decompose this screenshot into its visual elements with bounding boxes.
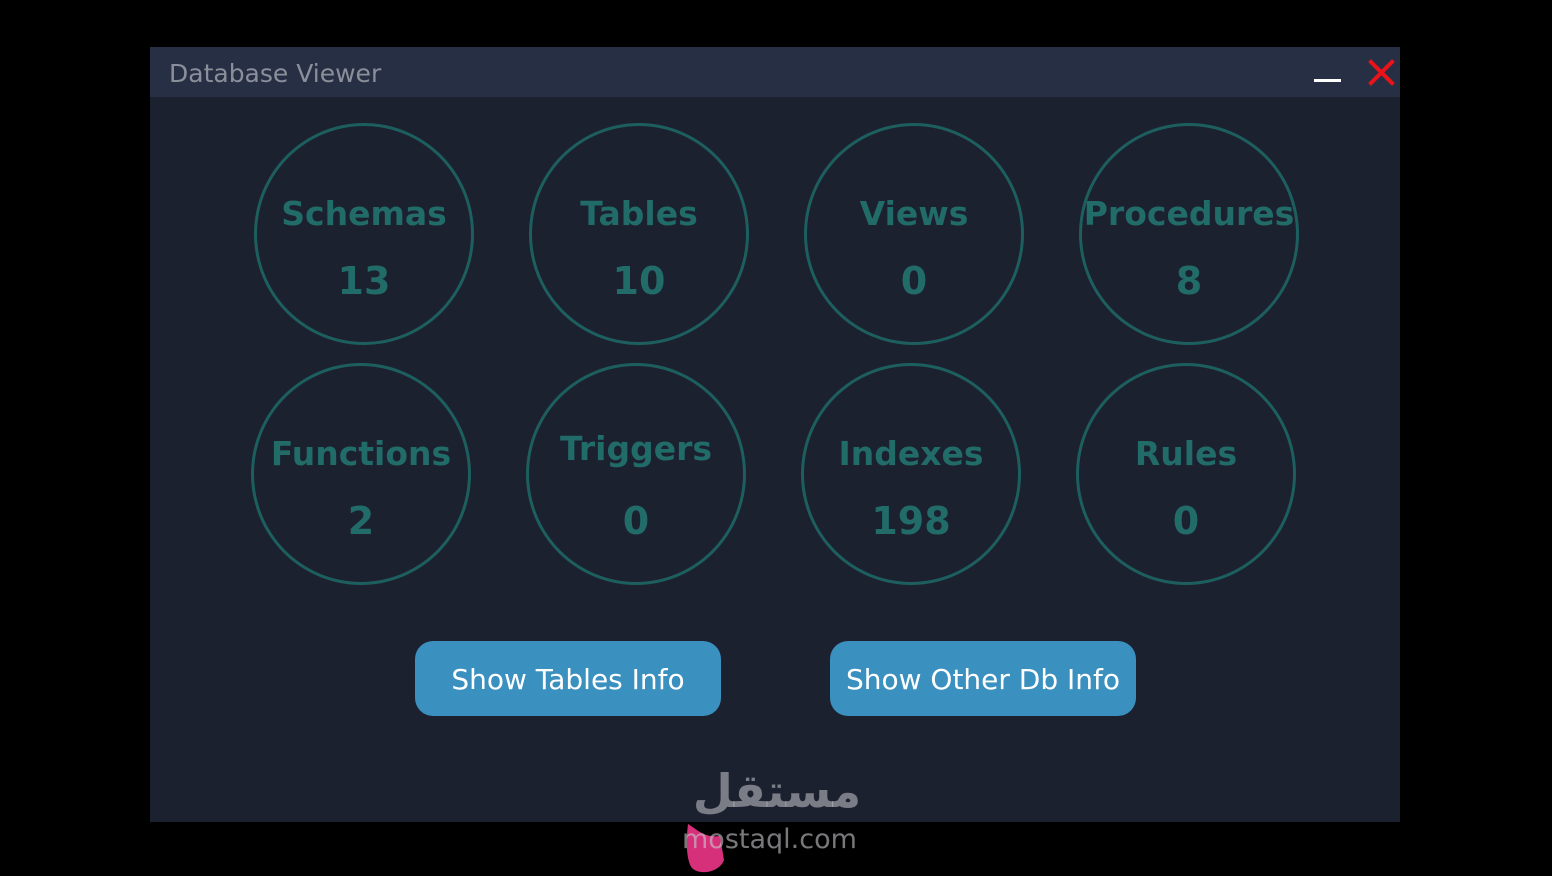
stat-card-views: Views 0	[804, 123, 1024, 345]
stat-card-functions: Functions 2	[251, 363, 471, 585]
stat-card-rules: Rules 0	[1076, 363, 1296, 585]
title-bar[interactable]: Database Viewer	[150, 47, 1400, 97]
stat-label: Schemas	[281, 194, 447, 233]
stat-label: Views	[859, 194, 969, 233]
minimize-icon	[1314, 79, 1341, 82]
stat-card-indexes: Indexes 198	[801, 363, 1021, 585]
stat-value: 198	[871, 499, 951, 543]
watermark-arabic-text: مستقل	[692, 764, 862, 818]
stat-card-schemas: Schemas 13	[254, 123, 474, 345]
minimize-button[interactable]	[1305, 52, 1349, 96]
stat-value: 2	[347, 499, 375, 543]
stat-label: Rules	[1134, 434, 1238, 473]
database-viewer-window: Database Viewer Schemas 13 Tables 10 Vie…	[150, 47, 1400, 822]
show-other-db-info-button[interactable]: Show Other Db Info	[830, 641, 1136, 716]
close-icon	[1368, 59, 1395, 86]
stat-value: 8	[1175, 259, 1203, 303]
stat-label: Functions	[270, 434, 452, 473]
stat-value: 10	[612, 259, 666, 303]
stat-value: 0	[622, 499, 650, 543]
window-title: Database Viewer	[169, 59, 382, 88]
stat-card-tables: Tables 10	[529, 123, 749, 345]
stat-label: Tables	[580, 194, 698, 233]
stat-label: Indexes	[838, 434, 984, 473]
show-tables-info-button[interactable]: Show Tables Info	[415, 641, 721, 716]
stat-label: Triggers	[559, 429, 712, 468]
stat-value: 0	[900, 259, 928, 303]
close-button[interactable]	[1359, 52, 1403, 96]
mostaql-watermark: مستقل mostaql.com	[676, 762, 876, 876]
stat-card-procedures: Procedures 8	[1079, 123, 1299, 345]
stat-value: 13	[337, 259, 391, 303]
stat-label: Procedures	[1083, 194, 1295, 233]
watermark-latin-text: mostaql.com	[682, 824, 857, 855]
stat-card-triggers: Triggers 0	[526, 363, 746, 585]
stat-value: 0	[1172, 499, 1200, 543]
